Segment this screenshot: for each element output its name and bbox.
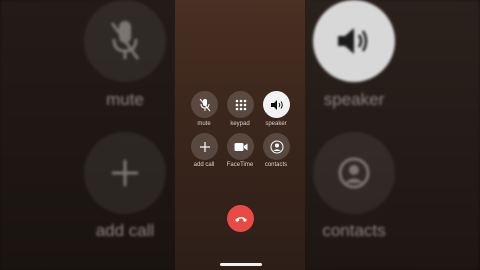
speaker-button[interactable] — [263, 91, 290, 118]
left-zoomed-panel: mute add call — [0, 0, 175, 270]
phone-hangup-icon — [234, 216, 247, 222]
plus-icon — [199, 141, 210, 152]
add-call-label: add call — [95, 221, 155, 240]
speaker-label: speaker — [323, 90, 385, 109]
contacts-button[interactable] — [263, 133, 290, 160]
mic-off-icon — [84, 0, 166, 82]
add-call-button[interactable] — [191, 133, 218, 160]
person-circle-icon — [313, 132, 395, 214]
contacts-button-label: contacts — [264, 162, 288, 168]
speaker-button-label: speaker — [265, 121, 287, 127]
plus-icon — [84, 132, 166, 214]
speaker-icon — [313, 0, 395, 82]
mic-off-icon — [199, 98, 210, 111]
mute-label: mute — [106, 90, 144, 109]
speaker-icon — [270, 99, 283, 110]
facetime-button[interactable] — [227, 133, 254, 160]
keypad-button[interactable] — [227, 91, 254, 118]
right-zoomed-panel: speaker contacts — [305, 0, 480, 270]
person-circle-icon — [270, 140, 283, 153]
mute-button[interactable] — [191, 91, 218, 118]
contacts-label: contacts — [322, 221, 386, 240]
home-indicator[interactable] — [220, 263, 262, 266]
end-call-button[interactable] — [227, 205, 254, 232]
video-camera-icon — [234, 142, 247, 151]
keypad-icon — [235, 99, 246, 110]
